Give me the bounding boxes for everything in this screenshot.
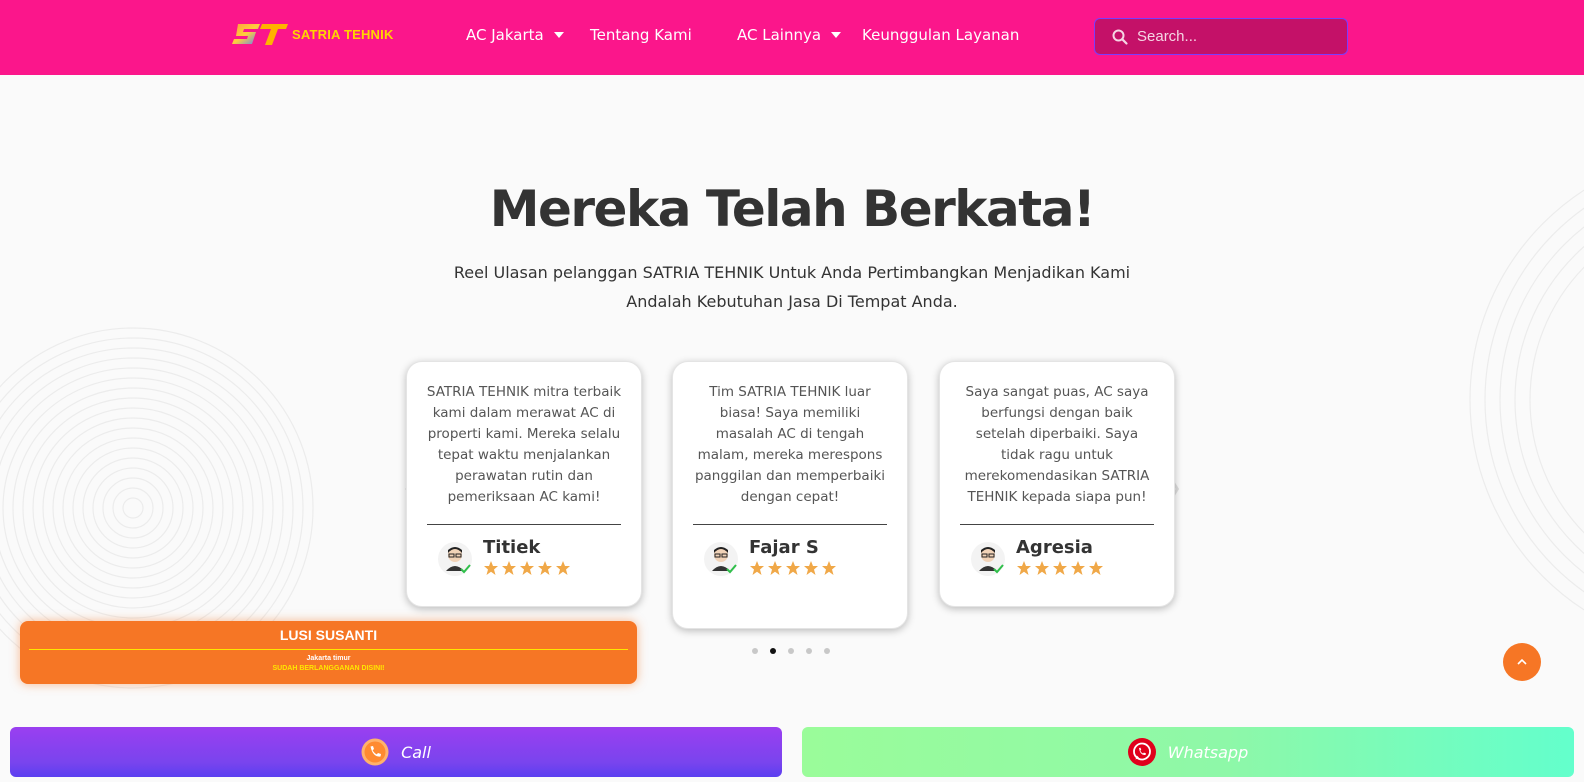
star-icon (822, 561, 836, 575)
carousel-dots (752, 648, 842, 654)
whatsapp-icon (1127, 738, 1156, 766)
whatsapp-label: Whatsapp (1167, 742, 1249, 762)
whatsapp-button[interactable]: Whatsapp (802, 727, 1574, 777)
carousel-dot[interactable] (752, 648, 758, 654)
avatar (971, 542, 1005, 576)
phone-icon (361, 738, 389, 766)
star-icon (786, 561, 800, 575)
author-name: Agresia (1016, 537, 1093, 558)
carousel-dot[interactable] (806, 648, 812, 654)
popup-divider (29, 649, 628, 650)
search-icon[interactable] (1111, 28, 1129, 46)
testimonial-text: Saya sangat puas, AC saya berfungsi deng… (964, 384, 1150, 505)
nav-item-ac-jakarta[interactable]: AC Jakarta (466, 26, 564, 44)
author-name: Titiek (483, 537, 541, 558)
star-icon (1035, 561, 1049, 575)
star-icon (750, 561, 764, 575)
call-button[interactable]: Call (10, 727, 782, 777)
chevron-down-icon (831, 32, 842, 38)
star-icon (484, 561, 498, 575)
carousel-dot[interactable] (788, 648, 794, 654)
nav-label: AC Jakarta (466, 26, 544, 44)
scroll-to-top-button[interactable] (1503, 643, 1541, 681)
nav-label: AC Lainnya (737, 26, 822, 44)
star-icon (768, 561, 782, 575)
nav-label: Tentang Kami (590, 26, 692, 44)
star-icon (520, 561, 534, 575)
avatar (438, 542, 472, 576)
nav-item-keunggulan-layanan[interactable]: Keunggulan Layanan (862, 26, 1019, 44)
chevron-down-icon (553, 32, 564, 38)
carousel-dot[interactable] (824, 648, 830, 654)
call-label: Call (401, 742, 431, 762)
star-icon (538, 561, 552, 575)
carousel-dot-active[interactable] (770, 648, 776, 654)
popup-location: Jakarta timur (306, 655, 351, 662)
subscriber-popup[interactable]: LUSI SUSANTI Jakarta timur SUDAH BERLANG… (20, 621, 637, 684)
rating-stars (483, 560, 573, 576)
star-icon (1053, 561, 1067, 575)
testimonial-text: SATRIA TEHNIK mitra terbaik kami dalam m… (426, 384, 622, 505)
avatar (704, 542, 738, 576)
testimonial-card: Saya sangat puas, AC saya berfungsi deng… (939, 361, 1175, 607)
star-icon (502, 561, 516, 575)
search-input[interactable] (1137, 28, 1337, 45)
chevron-up-icon (1517, 658, 1527, 665)
logo-mark-icon (232, 24, 288, 45)
star-icon (1071, 561, 1085, 575)
rating-stars (749, 560, 839, 576)
author-name: Fajar S (749, 537, 819, 558)
nav-label: Keunggulan Layanan (862, 26, 1020, 44)
search-box (1094, 18, 1348, 55)
testimonial-author: Titiek (407, 525, 641, 577)
logo[interactable]: SATRIA TEHNIK (232, 20, 394, 48)
testimonial-author: Agresia (940, 525, 1174, 577)
popup-name: LUSI SUSANTI (279, 627, 378, 643)
logo-text: SATRIA TEHNIK (292, 26, 394, 42)
rating-stars (1016, 560, 1106, 576)
section-title: Mereka Telah Berkata! (489, 180, 1096, 238)
testimonial-author: Fajar S (673, 525, 907, 577)
testimonial-text: Tim SATRIA TEHNIK luar biasa! Saya memil… (694, 384, 886, 505)
nav-item-tentang-kami[interactable]: Tentang Kami (590, 26, 692, 44)
testimonial-card: Tim SATRIA TEHNIK luar biasa! Saya memil… (672, 361, 908, 629)
site-header: SATRIA TEHNIK AC Jakarta Tentang Kami AC… (0, 0, 1584, 75)
star-icon (804, 561, 818, 575)
section-subtitle: Reel Ulasan pelanggan SATRIA TEHNIK Untu… (453, 263, 1131, 311)
nav-item-ac-lainnya[interactable]: AC Lainnya (737, 26, 842, 44)
star-icon (1017, 561, 1031, 575)
popup-cta: SUDAH BERLANGGANAN DISINI! (272, 665, 385, 672)
star-icon (556, 561, 570, 575)
star-icon (1089, 561, 1103, 575)
testimonial-card: SATRIA TEHNIK mitra terbaik kami dalam m… (406, 361, 642, 607)
